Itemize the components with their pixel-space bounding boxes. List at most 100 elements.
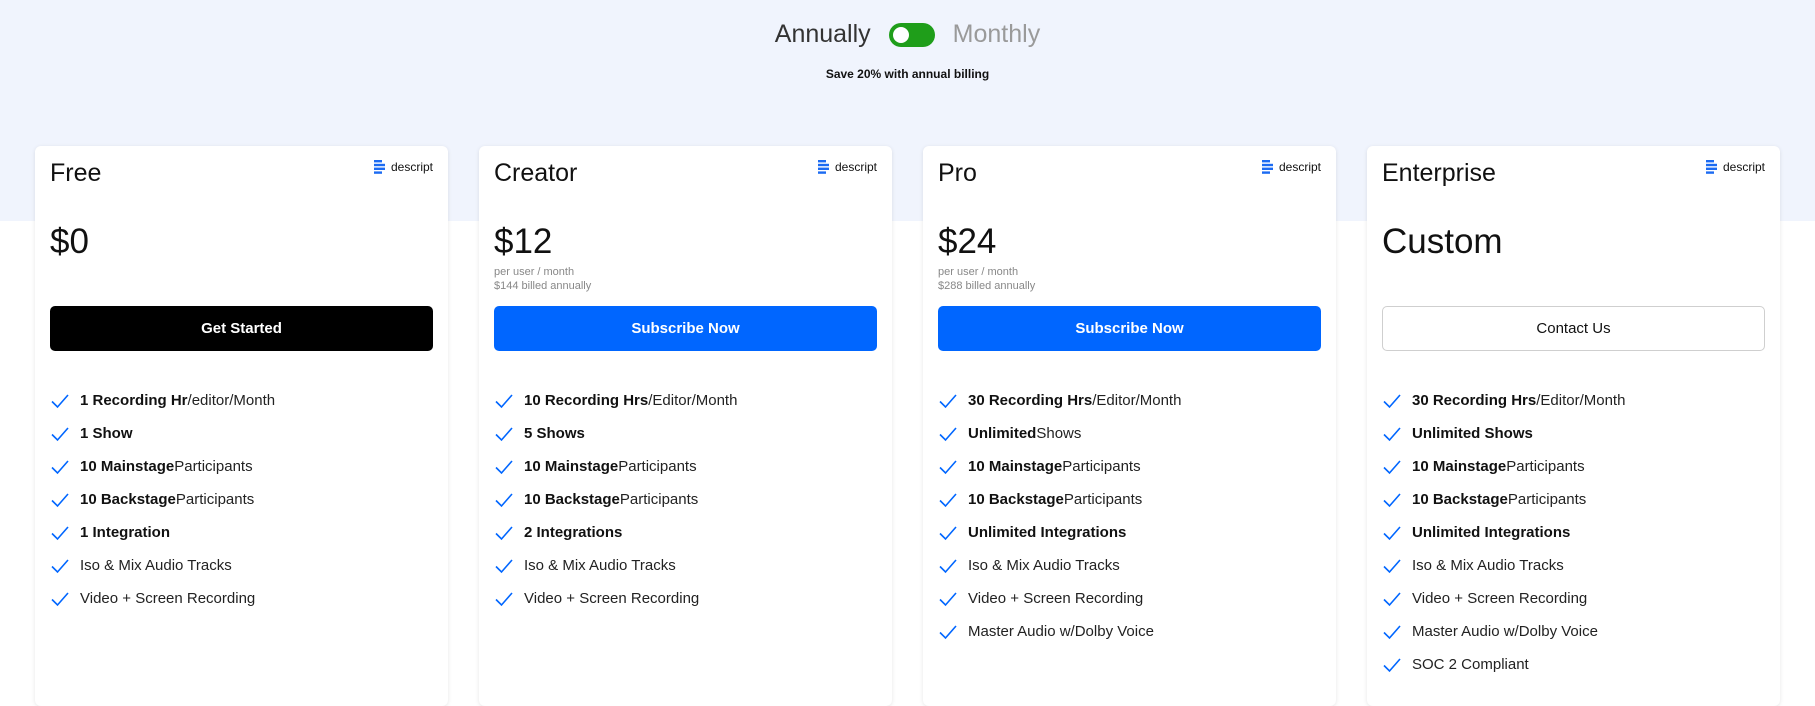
- feature-item: SOC 2 Compliant: [1382, 648, 1625, 681]
- feature-item: 10 Backstage Participants: [494, 483, 737, 516]
- check-icon: [1383, 426, 1401, 441]
- feature-text: Iso & Mix Audio Tracks: [968, 557, 1120, 574]
- contact-us-button[interactable]: Contact Us: [1382, 306, 1765, 351]
- feature-item: Video + Screen Recording: [1382, 582, 1625, 615]
- price-subtext: per user / month $288 billed annually: [938, 265, 1035, 293]
- price-subtext: per user / month $144 billed annually: [494, 265, 591, 293]
- feature-item: Unlimited Integrations: [1382, 516, 1625, 549]
- feature-item: 10 Mainstage Participants: [1382, 450, 1625, 483]
- check-icon: [939, 591, 957, 606]
- feature-highlight: 10 Recording Hrs: [524, 392, 649, 409]
- descript-logo: descript: [1705, 160, 1765, 174]
- feature-highlight: 2 Integrations: [524, 524, 623, 541]
- feature-item: Master Audio w/Dolby Voice: [1382, 615, 1625, 648]
- feature-item: 1 Recording Hr/editor/Month: [50, 384, 275, 417]
- feature-item: 2 Integrations: [494, 516, 737, 549]
- plan-name: Free: [50, 159, 102, 187]
- feature-item: 10 Backstage Participants: [50, 483, 275, 516]
- check-icon: [1383, 558, 1401, 573]
- plan-price: $12: [494, 222, 553, 261]
- descript-logo-icon: [373, 160, 385, 174]
- check-icon: [1383, 459, 1401, 474]
- descript-logo-icon: [1705, 160, 1717, 174]
- check-icon: [51, 492, 69, 507]
- logo-text: descript: [834, 160, 877, 174]
- feature-item: 1 Integration: [50, 516, 275, 549]
- feature-text: Iso & Mix Audio Tracks: [524, 557, 676, 574]
- plan-card-free: Free descript $0 Get Started 1 Recording…: [35, 146, 448, 706]
- get-started-button[interactable]: Get Started: [50, 306, 433, 351]
- feature-highlight: 10 Backstage: [968, 491, 1064, 508]
- switch-knob: [892, 26, 909, 43]
- check-icon: [939, 525, 957, 540]
- feature-text: Video + Screen Recording: [524, 590, 700, 607]
- feature-item: Iso & Mix Audio Tracks: [50, 549, 275, 582]
- check-icon: [1383, 591, 1401, 606]
- check-icon: [1383, 492, 1401, 507]
- save-note: Save 20% with annual billing: [825, 67, 990, 81]
- check-icon: [51, 525, 69, 540]
- check-icon: [939, 393, 957, 408]
- check-icon: [939, 492, 957, 507]
- feature-text: Participants: [1063, 491, 1143, 508]
- plan-name: Creator: [494, 159, 578, 187]
- feature-highlight: 10 Backstage: [524, 491, 620, 508]
- check-icon: [51, 426, 69, 441]
- feature-item: 5 Shows: [494, 417, 737, 450]
- check-icon: [1383, 525, 1401, 540]
- feature-text: Participants: [1062, 458, 1141, 475]
- check-icon: [939, 624, 957, 639]
- billing-toggle: Annually Monthly: [0, 20, 1815, 49]
- descript-logo-icon: [1261, 160, 1273, 174]
- feature-highlight: Unlimited Shows: [1412, 425, 1533, 442]
- descript-logo: descript: [1261, 160, 1321, 174]
- price-per-unit: per user / month: [938, 266, 1019, 278]
- feature-text: Iso & Mix Audio Tracks: [80, 557, 232, 574]
- plan-card-pro: Pro descript $24 per user / month $288 b…: [923, 146, 1336, 706]
- check-icon: [495, 525, 513, 540]
- feature-text: SOC 2 Compliant: [1412, 656, 1529, 673]
- feature-highlight: 10 Mainstage: [1412, 458, 1507, 475]
- descript-logo: descript: [373, 160, 433, 174]
- feature-highlight: 10 Backstage: [80, 491, 176, 508]
- feature-item: 10 Backstage Participants: [1382, 483, 1625, 516]
- billing-switch[interactable]: [888, 22, 935, 47]
- feature-item: 10 Mainstage Participants: [50, 450, 275, 483]
- annual-label[interactable]: Annually: [775, 20, 871, 49]
- feature-item: Iso & Mix Audio Tracks: [494, 549, 737, 582]
- check-icon: [495, 492, 513, 507]
- feature-text: Master Audio w/Dolby Voice: [1412, 623, 1598, 640]
- descript-logo: descript: [817, 160, 877, 174]
- price-per-unit: per user / month: [494, 266, 575, 278]
- check-icon: [51, 459, 69, 474]
- feature-text: Shows: [1036, 425, 1082, 442]
- monthly-label[interactable]: Monthly: [953, 20, 1041, 49]
- feature-highlight: 30 Recording Hrs: [968, 392, 1093, 409]
- feature-item: Unlimited Shows: [1382, 417, 1625, 450]
- feature-text: /Editor/Month: [648, 392, 738, 409]
- feature-text: Video + Screen Recording: [968, 590, 1144, 607]
- price-billed: $144 billed annually: [494, 280, 592, 292]
- feature-text: Participants: [1507, 491, 1587, 508]
- logo-text: descript: [1722, 160, 1765, 174]
- feature-item: Video + Screen Recording: [938, 582, 1181, 615]
- feature-text: Participants: [175, 491, 255, 508]
- feature-text: Participants: [618, 458, 697, 475]
- feature-text: Participants: [174, 458, 253, 475]
- plan-name: Enterprise: [1382, 159, 1496, 187]
- feature-item: 30 Recording Hrs/Editor/Month: [1382, 384, 1625, 417]
- feature-item: Iso & Mix Audio Tracks: [1382, 549, 1625, 582]
- feature-text: Iso & Mix Audio Tracks: [1412, 557, 1564, 574]
- subscribe-now-button[interactable]: Subscribe Now: [938, 306, 1321, 351]
- plan-name: Pro: [938, 159, 977, 187]
- feature-text: /Editor/Month: [1536, 392, 1626, 409]
- check-icon: [495, 591, 513, 606]
- feature-highlight: 10 Mainstage: [968, 458, 1063, 475]
- feature-highlight: Unlimited: [968, 425, 1037, 442]
- feature-item: Video + Screen Recording: [50, 582, 275, 615]
- subscribe-now-button[interactable]: Subscribe Now: [494, 306, 877, 351]
- plan-card-creator: Creator descript $12 per user / month $1…: [479, 146, 892, 706]
- logo-text: descript: [1278, 160, 1321, 174]
- feature-item: 10 Mainstage Participants: [494, 450, 737, 483]
- feature-highlight: 1 Recording Hr: [80, 392, 188, 409]
